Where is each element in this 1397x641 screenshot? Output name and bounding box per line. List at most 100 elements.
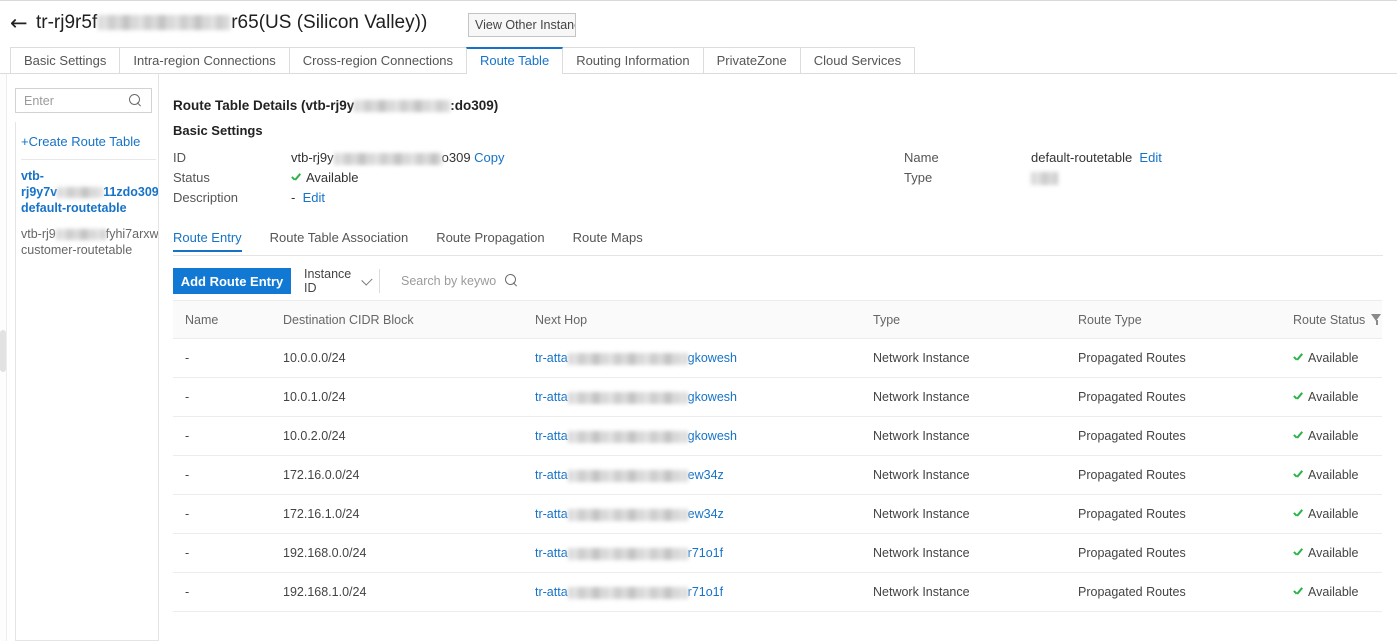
search-icon[interactable] [505, 274, 519, 288]
name-label: Name [904, 150, 939, 165]
tab-cloud-services[interactable]: Cloud Services [799, 47, 916, 74]
left-scrollbar-thumb[interactable] [0, 330, 6, 372]
next-hop-link[interactable]: tr-atta ew34z [535, 468, 724, 482]
check-icon [1293, 468, 1305, 480]
cell-route-type: Propagated Routes [1066, 533, 1281, 573]
details-heading-suffix: :do309) [450, 98, 499, 113]
column-header-route-status[interactable]: Route Status [1281, 300, 1382, 339]
column-header-route-type[interactable]: Route Type [1066, 300, 1281, 339]
tab-basic-settings[interactable]: Basic Settings [10, 47, 121, 74]
page-header: ← tr-rj9r5f r65(US (Silicon Valley)) View… [0, 1, 1397, 47]
tab-privatezone[interactable]: PrivateZone [702, 47, 801, 74]
list-item-id-suffix: 11zdo309 [103, 185, 159, 199]
tab-route-maps[interactable]: Route Maps [559, 230, 657, 251]
sidebar-divider [21, 159, 156, 160]
cell-type: Network Instance [861, 377, 1066, 417]
next-hop-link[interactable]: tr-atta r71o1f [535, 546, 723, 560]
cell-destination-cidr: 192.168.1.0/24 [271, 572, 523, 612]
next-hop-suffix: gkowesh [687, 390, 737, 404]
next-hop-prefix: tr-atta [535, 546, 568, 560]
sidebar-item-customer-routetable[interactable]: vtb-rj9 fyhi7arxw customer-routetable [21, 226, 159, 258]
cell-route-status: Available [1281, 416, 1382, 456]
tab-route-table[interactable]: Route Table [466, 47, 564, 74]
status-badge: Available [1308, 546, 1359, 560]
column-header-name[interactable]: Name [173, 300, 271, 339]
tab-routing-information[interactable]: Routing Information [562, 47, 704, 74]
tab-route-propagation[interactable]: Route Propagation [422, 230, 558, 251]
cell-route-type: Propagated Routes [1066, 377, 1281, 417]
cell-route-status: Available [1281, 572, 1382, 612]
edit-description-link[interactable]: Edit [303, 190, 325, 205]
copy-id-link[interactable]: Copy [474, 150, 504, 165]
name-value: default-routetable Edit [1031, 150, 1162, 165]
id-value: vtb-rj9y o309 Copy [291, 150, 505, 165]
next-hop-suffix: ew34z [687, 468, 724, 482]
cell-name: - [173, 455, 271, 495]
next-hop-prefix: tr-atta [535, 468, 568, 482]
column-header-cidr[interactable]: Destination CIDR Block [271, 300, 523, 339]
chevron-down-icon [361, 273, 373, 286]
check-icon [291, 171, 303, 183]
next-hop-link[interactable]: tr-atta gkowesh [535, 429, 737, 443]
cell-route-type: Propagated Routes [1066, 455, 1281, 495]
status-badge: Available [1308, 507, 1359, 521]
cell-route-type: Propagated Routes [1066, 338, 1281, 378]
cell-destination-cidr: 172.16.0.0/24 [271, 455, 523, 495]
keyword-search-input[interactable] [401, 269, 497, 293]
status-label: Status [173, 170, 210, 185]
tab-cross-region-connections[interactable]: Cross-region Connections [288, 47, 468, 74]
column-header-route-status-label: Route Status [1293, 312, 1366, 327]
next-hop-link[interactable]: tr-atta ew34z [535, 507, 724, 521]
route-entry-table: Name Destination CIDR Block Next Hop Typ… [173, 300, 1382, 612]
search-icon[interactable] [129, 94, 143, 108]
create-route-table-link[interactable]: +Create Route Table [21, 134, 140, 149]
id-value-suffix: o309 [441, 150, 471, 165]
next-hop-prefix: tr-atta [535, 507, 568, 521]
arrow-left-icon[interactable]: ← [10, 13, 28, 34]
tab-intra-region-connections[interactable]: Intra-region Connections [119, 47, 290, 74]
redacted-id-blur [567, 430, 688, 443]
sidebar-item-default-routetable[interactable]: vtb- rj9y7v 11zdo309 default-routetable [21, 168, 159, 216]
cell-name: - [173, 533, 271, 573]
page-title: tr-rj9r5f r65(US (Silicon Valley)) [36, 8, 427, 38]
view-other-instances-button[interactable]: View Other Instances [468, 13, 576, 37]
instance-id-filter-select[interactable]: Instance ID [304, 267, 381, 295]
funnel-icon[interactable] [1371, 313, 1382, 325]
cell-type: Network Instance [861, 494, 1066, 534]
details-heading-prefix: Route Table Details (vtb-rj9y [173, 98, 355, 113]
next-hop-link[interactable]: tr-atta gkowesh [535, 390, 737, 404]
description-value: - Edit [291, 190, 325, 205]
next-hop-link[interactable]: tr-atta r71o1f [535, 585, 723, 599]
sidebar-search-box[interactable] [15, 88, 152, 113]
next-hop-link[interactable]: tr-atta gkowesh [535, 351, 737, 365]
cell-route-type: Propagated Routes [1066, 494, 1281, 534]
cell-route-status: Available [1281, 455, 1382, 495]
cell-next-hop: tr-atta gkowesh [523, 416, 861, 456]
table-row: -192.168.0.0/24 tr-atta r71o1f Network Inst… [173, 533, 1382, 573]
cell-next-hop: tr-atta gkowesh [523, 338, 861, 378]
tab-route-table-association[interactable]: Route Table Association [256, 230, 423, 251]
redacted-id-blur [567, 586, 688, 599]
cell-next-hop: tr-atta ew34z [523, 494, 861, 534]
next-hop-suffix: gkowesh [687, 429, 737, 443]
cell-next-hop: tr-atta gkowesh [523, 377, 861, 417]
edit-name-link[interactable]: Edit [1139, 150, 1161, 165]
column-header-type[interactable]: Type [861, 300, 1066, 339]
cell-destination-cidr: 10.0.2.0/24 [271, 416, 523, 456]
redacted-id-blur [567, 547, 688, 560]
cell-next-hop: tr-atta r71o1f [523, 533, 861, 573]
list-item-id-prefix: vtb-rj9 [21, 227, 56, 241]
cell-destination-cidr: 172.16.1.0/24 [271, 494, 523, 534]
list-item-line: vtb- [21, 169, 44, 183]
left-scrollbar-track[interactable] [0, 74, 7, 641]
cell-route-status: Available [1281, 338, 1382, 378]
add-route-entry-button[interactable]: Add Route Entry [173, 268, 291, 294]
keyword-search-box[interactable] [401, 269, 521, 293]
column-header-next-hop[interactable]: Next Hop [523, 300, 861, 339]
check-icon [1293, 390, 1305, 402]
route-table-sidebar: +Create Route Table vtb- rj9y7v 11zdo309 … [8, 74, 160, 641]
tab-route-entry[interactable]: Route Entry [173, 230, 256, 252]
check-icon [1293, 546, 1305, 558]
status-badge: Available [1308, 429, 1359, 443]
sidebar-search-input[interactable] [16, 89, 126, 112]
